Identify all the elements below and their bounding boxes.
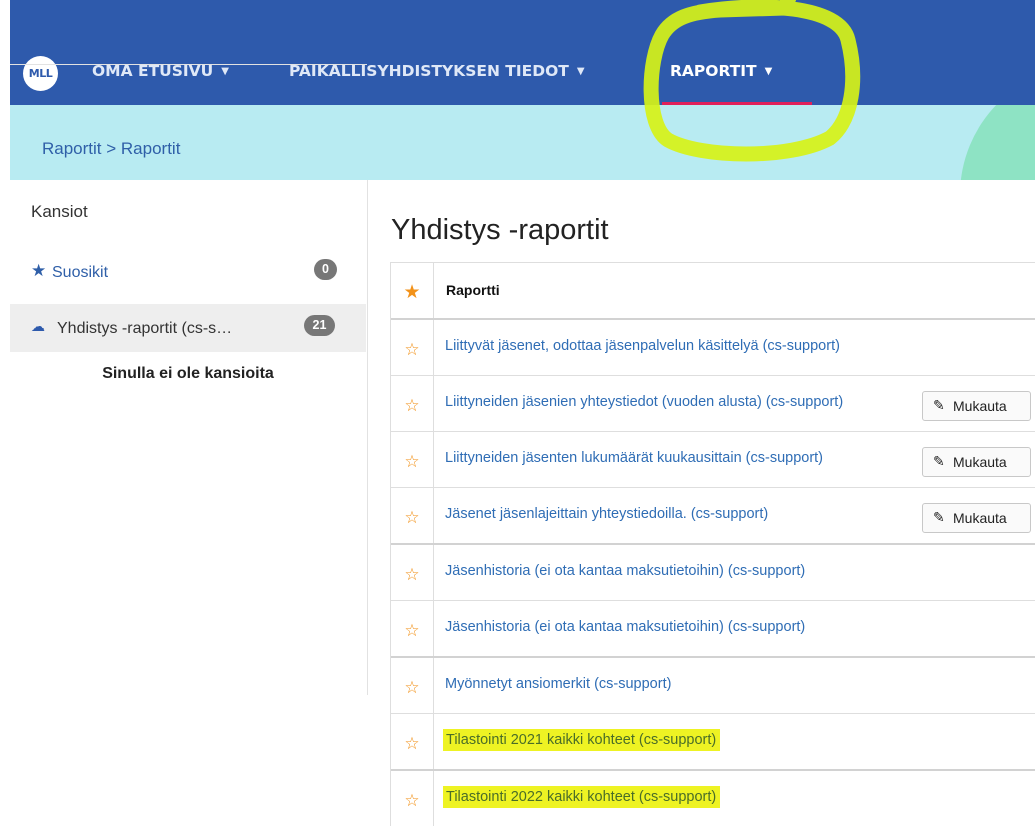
star-cell: ☆ xyxy=(391,545,434,600)
sidebar-item-yhdistys-raportit[interactable]: ☁ Yhdistys -raportit (cs-s… 21 xyxy=(10,304,366,352)
report-link[interactable]: Myönnetyt ansiomerkit (cs-support) xyxy=(445,676,671,692)
breadcrumb-band: Raportit > Raportit xyxy=(10,105,1035,180)
sidebar-divider xyxy=(10,64,367,65)
sidebar: Kansiot ★ Suosikit 0 ☁ Yhdistys -raporti… xyxy=(10,180,368,695)
customize-button[interactable]: ✎ Mukauta xyxy=(922,447,1031,477)
chevron-down-icon: ▼ xyxy=(764,66,773,77)
customize-button[interactable]: ✎ Mukauta xyxy=(922,503,1031,533)
star-cell: ☆ xyxy=(391,601,434,656)
star-cell: ☆ xyxy=(391,432,434,487)
star-outline-icon[interactable]: ☆ xyxy=(391,396,433,416)
sidebar-item-favorites[interactable]: ★ Suosikit 0 xyxy=(10,248,366,296)
nav-oma-etusivu[interactable]: OMA ETUSIVU ▼ xyxy=(92,62,229,86)
decorative-shape xyxy=(960,105,1035,180)
nav-paikallisyhdistyksen-tiedot[interactable]: PAIKALLISYHDISTYKSEN TIEDOT ▼ xyxy=(289,62,585,86)
report-link[interactable]: Liittyneiden jäsenten lukumäärät kuukaus… xyxy=(445,450,823,466)
table-row: ☆ Myönnetyt ansiomerkit (cs-support) xyxy=(391,658,1035,714)
star-cell: ☆ xyxy=(391,488,434,543)
column-header-raportti[interactable]: Raportti xyxy=(446,282,500,298)
table-row: ☆ Tilastointi 2022 kaikki kohteet (cs-su… xyxy=(391,771,1035,826)
logo-text: MLL xyxy=(28,67,53,80)
star-icon[interactable]: ★ xyxy=(391,281,433,304)
breadcrumb[interactable]: Raportit > Raportit xyxy=(42,139,180,159)
sidebar-heading: Kansiot xyxy=(31,202,88,221)
customize-label: Mukauta xyxy=(953,510,1007,526)
customize-button[interactable]: ✎ Mukauta xyxy=(922,391,1031,421)
chevron-down-icon: ▼ xyxy=(221,66,229,77)
edit-icon: ✎ xyxy=(933,453,945,469)
table-row: ☆ Liittyvät jäsenet, odottaa jäsenpalvel… xyxy=(391,320,1035,376)
chevron-down-icon: ▼ xyxy=(576,66,585,77)
nav-raportit[interactable]: RAPORTIT ▼ xyxy=(670,62,772,86)
edit-icon: ✎ xyxy=(933,397,945,413)
report-link[interactable]: Jäsenhistoria (ei ota kantaa maksutietoi… xyxy=(445,619,805,635)
star-outline-icon[interactable]: ☆ xyxy=(391,340,433,360)
star-outline-icon[interactable]: ☆ xyxy=(391,621,433,641)
report-link[interactable]: Jäsenhistoria (ei ota kantaa maksutietoi… xyxy=(445,563,805,579)
reports-table: ★ Raportti ☆ Liittyvät jäsenet, odottaa … xyxy=(390,262,1035,826)
page-margin xyxy=(0,0,10,817)
edit-icon: ✎ xyxy=(933,509,945,525)
star-outline-icon[interactable]: ☆ xyxy=(391,791,433,811)
star-cell: ☆ xyxy=(391,714,434,769)
customize-label: Mukauta xyxy=(953,398,1007,414)
page-title: Yhdistys -raportit xyxy=(391,214,609,246)
star-outline-icon[interactable]: ☆ xyxy=(391,734,433,754)
table-row: ☆ Jäsenhistoria (ei ota kantaa maksutiet… xyxy=(391,601,1035,658)
nav-raportit-label: RAPORTIT xyxy=(670,62,757,80)
cloud-icon: ☁ xyxy=(31,318,45,334)
count-badge: 0 xyxy=(314,259,337,280)
report-link-highlighted[interactable]: Tilastointi 2022 kaikki kohteet (cs-supp… xyxy=(443,786,721,808)
sidebar-item-label: Yhdistys -raportit (cs-s… xyxy=(57,320,233,337)
star-outline-icon[interactable]: ☆ xyxy=(391,678,433,698)
star-outline-icon[interactable]: ☆ xyxy=(391,452,433,472)
table-row: ☆ Jäsenhistoria (ei ota kantaa maksutiet… xyxy=(391,545,1035,601)
star-cell: ★ xyxy=(391,263,434,318)
sidebar-item-label: Suosikit xyxy=(52,264,109,281)
report-link[interactable]: Liittyvät jäsenet, odottaa jäsenpalvelun… xyxy=(445,338,840,354)
star-cell: ☆ xyxy=(391,658,434,713)
star-cell: ☆ xyxy=(391,376,434,431)
table-row: ☆ Liittyneiden jäsenten lukumäärät kuuka… xyxy=(391,432,1035,488)
report-link[interactable]: Jäsenet jäsenlajeittain yhteystiedoilla.… xyxy=(445,506,768,522)
star-icon: ★ xyxy=(31,261,47,280)
star-cell: ☆ xyxy=(391,320,434,375)
table-row: ☆ Tilastointi 2021 kaikki kohteet (cs-su… xyxy=(391,714,1035,771)
star-cell: ☆ xyxy=(391,771,434,826)
table-row: ☆ Liittyneiden jäsenien yhteystiedot (vu… xyxy=(391,376,1035,432)
top-navbar: MLL OMA ETUSIVU ▼ PAIKALLISYHDISTYKSEN TI… xyxy=(10,0,1035,105)
count-badge: 21 xyxy=(304,315,335,336)
report-link[interactable]: Liittyneiden jäsenien yhteystiedot (vuod… xyxy=(445,394,843,410)
star-outline-icon[interactable]: ☆ xyxy=(391,565,433,585)
report-link-highlighted[interactable]: Tilastointi 2021 kaikki kohteet (cs-supp… xyxy=(443,729,721,751)
star-outline-icon[interactable]: ☆ xyxy=(391,508,433,528)
table-header-row: ★ Raportti xyxy=(391,263,1035,320)
table-row: ☆ Jäsenet jäsenlajeittain yhteystiedoill… xyxy=(391,488,1035,545)
customize-label: Mukauta xyxy=(953,454,1007,470)
mll-logo[interactable]: MLL xyxy=(23,56,58,91)
empty-folders-message: Sinulla ei ole kansioita xyxy=(102,365,274,382)
